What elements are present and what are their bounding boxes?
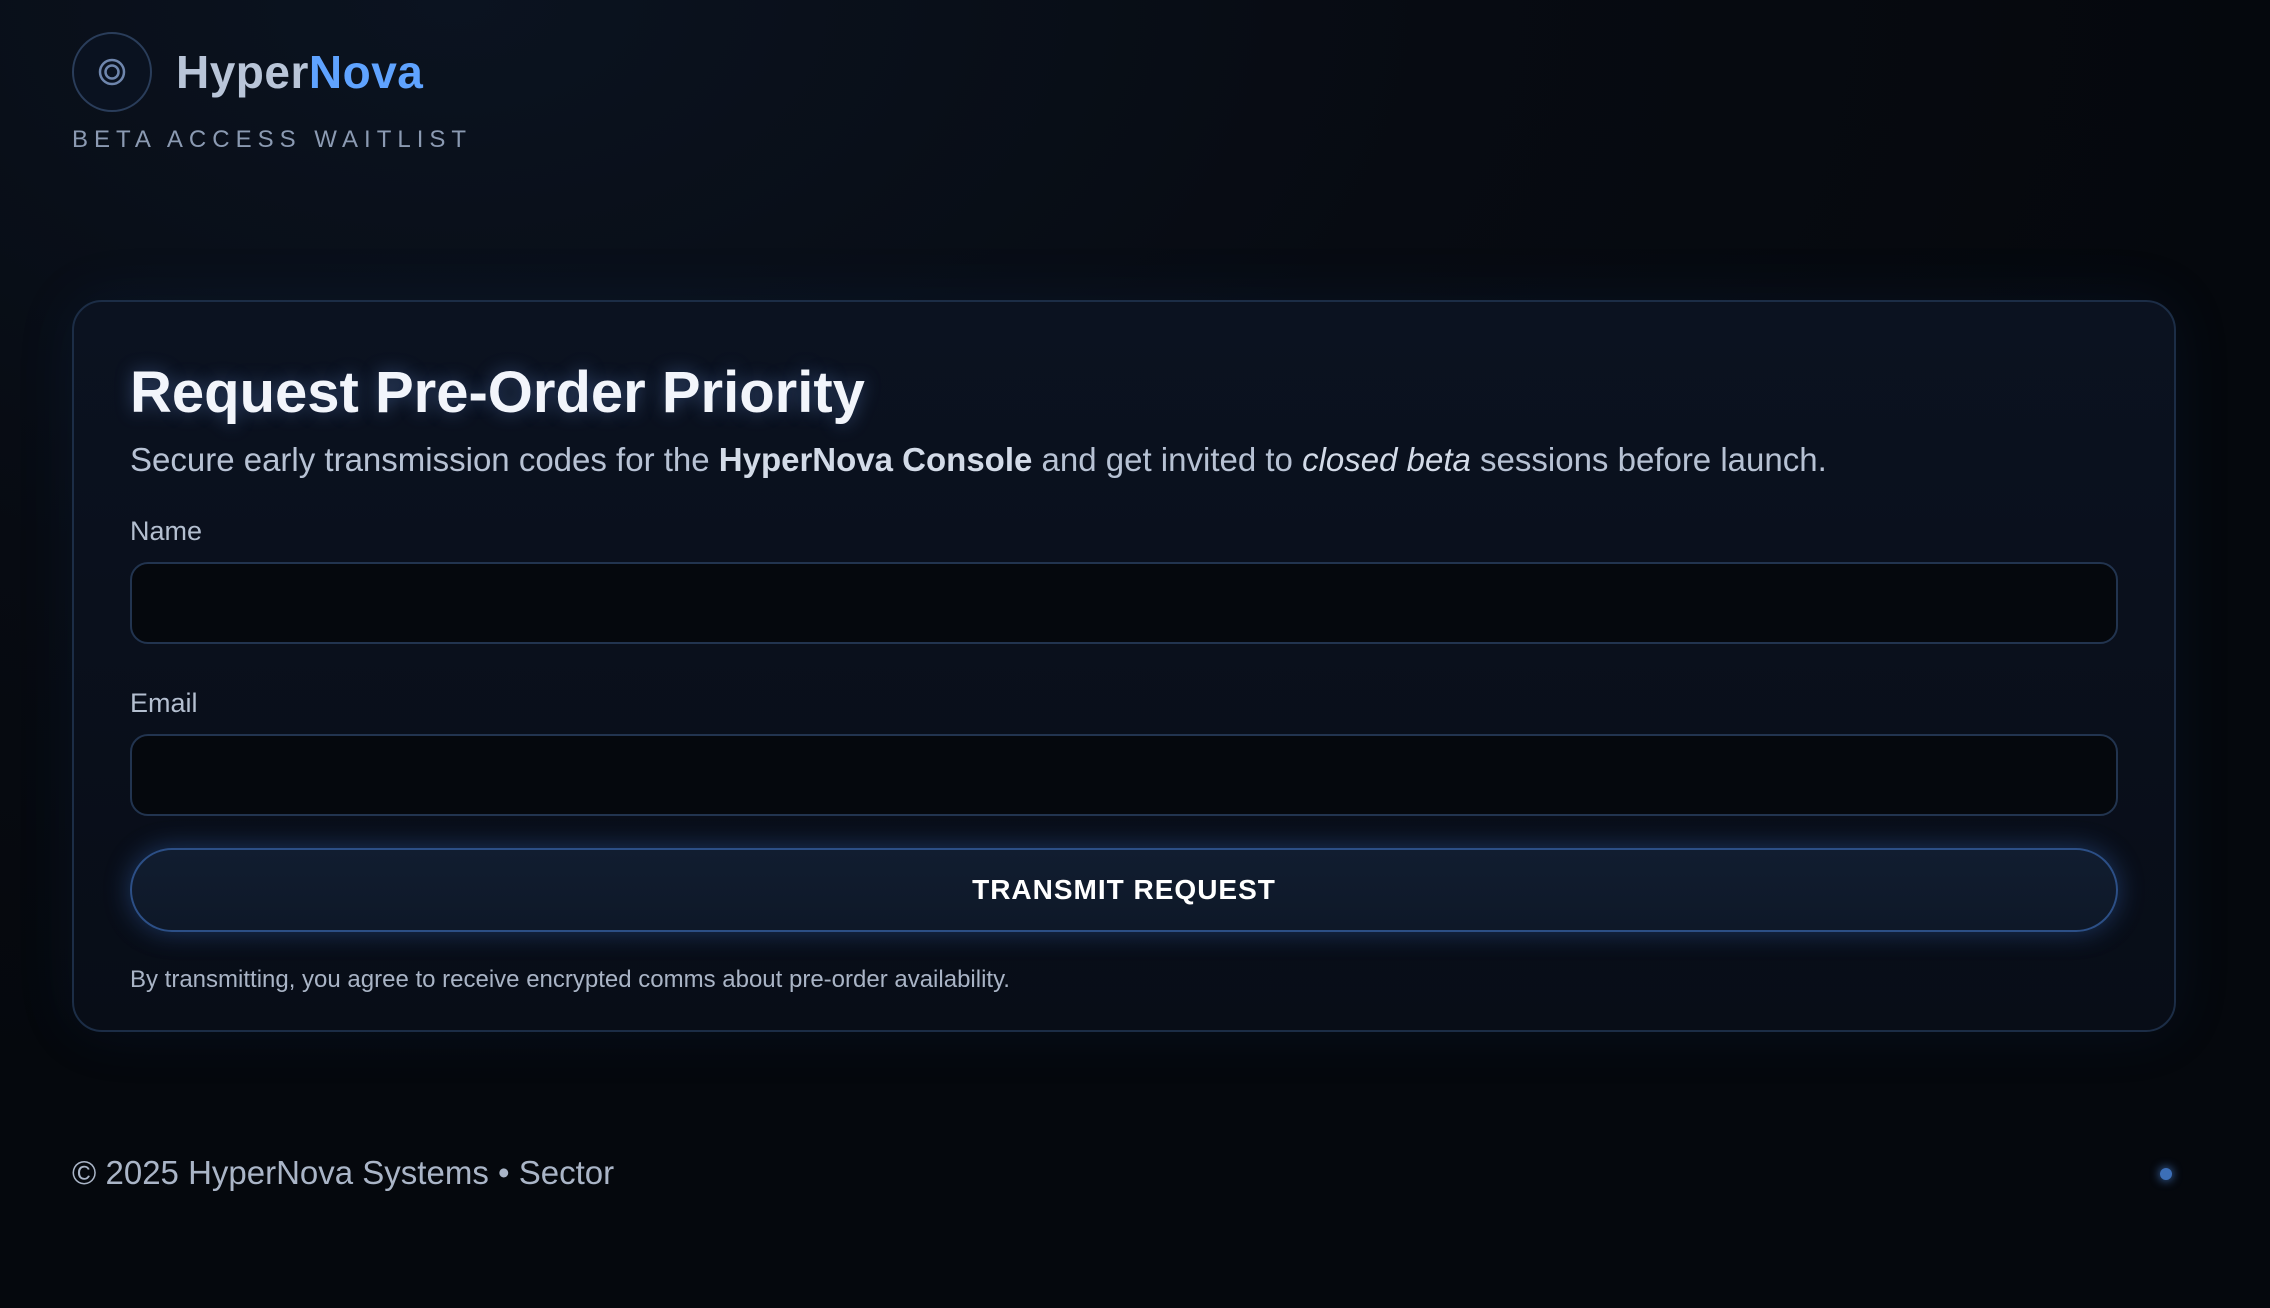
brand-name-nova: Nova: [308, 46, 424, 98]
page-title: Request Pre-Order Priority: [130, 360, 865, 425]
email-label: Email: [130, 688, 198, 718]
status-dot: [2160, 1168, 2172, 1180]
page-subtitle: Secure early transmission codes for the …: [130, 438, 2118, 482]
concentric-circles-icon: [96, 56, 128, 88]
name-field[interactable]: [130, 562, 2118, 644]
disclaimer-text: By transmitting, you agree to receive en…: [130, 966, 1010, 993]
subtitle-text: and get invited to: [1032, 441, 1303, 478]
name-label: Name: [130, 516, 203, 546]
transmit-request-button[interactable]: TRANSMIT REQUEST: [130, 848, 2118, 932]
subtitle-product-name: HyperNova Console: [718, 441, 1033, 478]
brand-header: HyperNova BETA ACCESS WAITLIST: [72, 32, 472, 154]
subtitle-text: Secure early transmission codes for the: [130, 441, 719, 478]
footer-copyright: © 2025 HyperNova Systems • Sector: [72, 1154, 615, 1191]
brand-name-hyper: Hyper: [176, 46, 309, 98]
waitlist-card: Request Pre-Order Priority Secure early …: [72, 300, 2176, 1032]
brand-tagline: BETA ACCESS WAITLIST: [72, 126, 473, 153]
subtitle-text: sessions before launch.: [1470, 441, 1827, 478]
subtitle-emphasis: closed beta: [1302, 441, 1471, 478]
brand-row: HyperNova: [72, 32, 472, 112]
brand-name: HyperNova: [176, 45, 423, 99]
email-field[interactable]: [130, 734, 2118, 816]
logo: [72, 32, 152, 112]
